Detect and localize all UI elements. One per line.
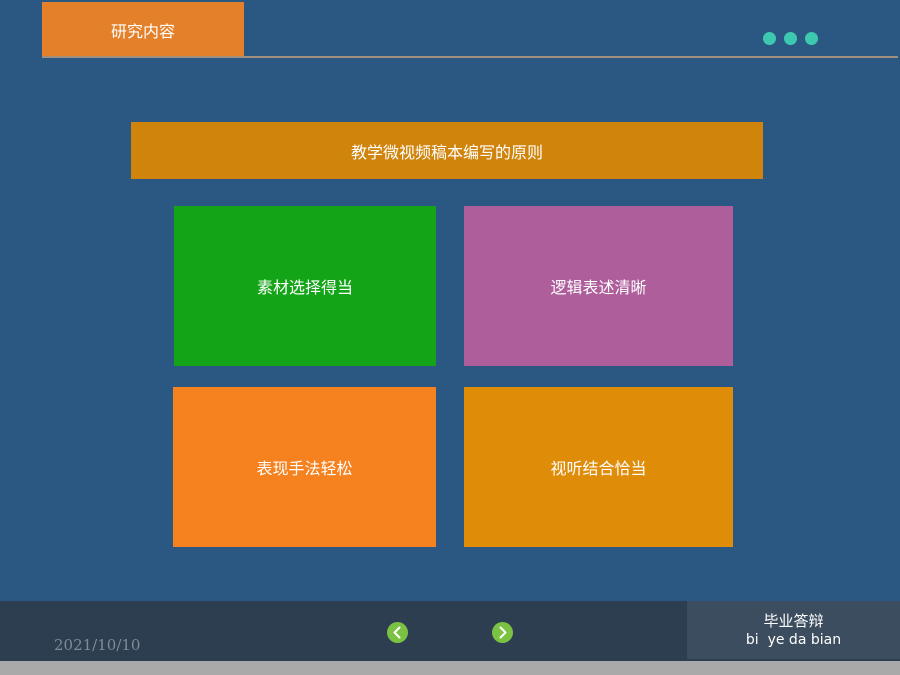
tile-label: 视听结合恰当 [550,459,647,478]
decorative-dot-icon [784,32,797,45]
tile-relaxed-expression[interactable]: 表现手法轻松 [173,387,436,547]
next-slide-button[interactable] [492,622,513,643]
decorative-dot-icon [763,32,776,45]
header-divider [42,56,898,58]
tile-clear-logic[interactable]: 逻辑表述清晰 [464,206,733,366]
brand-box: 毕业答辩 bi ye da bian [687,601,900,659]
section-tab: 研究内容 [42,2,244,57]
prev-slide-button[interactable] [387,622,408,643]
brand-title: 毕业答辩 [763,612,824,630]
date-label: 2021/10/10 [54,636,141,654]
section-tab-label: 研究内容 [110,21,175,41]
chevron-left-icon [393,626,401,639]
tile-label: 素材选择得当 [256,278,353,297]
tile-label: 表现手法轻松 [256,459,353,478]
footer-bottom-strip [0,661,900,675]
tile-label: 逻辑表述清晰 [550,278,647,297]
banner-title: 教学微视频稿本编写的原则 [350,142,543,162]
chevron-right-icon [499,626,507,639]
brand-pinyin: bi ye da bian [745,632,842,648]
principles-banner: 教学微视频稿本编写的原则 [131,122,763,179]
decorative-dot-icon [805,32,818,45]
tile-audio-visual[interactable]: 视听结合恰当 [464,387,733,547]
tile-material-selection[interactable]: 素材选择得当 [174,206,436,366]
